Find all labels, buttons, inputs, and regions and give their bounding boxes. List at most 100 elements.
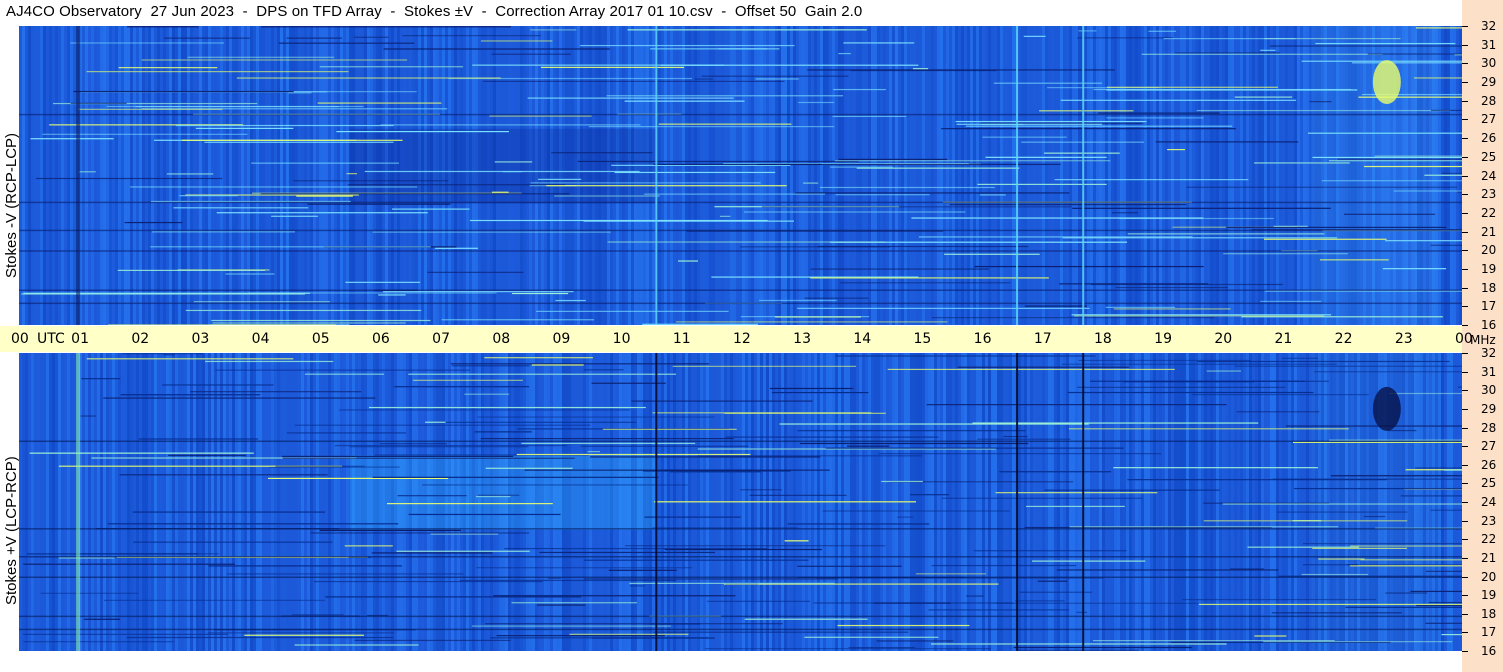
rfi-line — [810, 277, 1049, 279]
rfi-line — [1199, 603, 1462, 606]
rfi-line — [1203, 520, 1408, 522]
top-spectrogram-panel — [19, 26, 1462, 325]
noise-column — [19, 26, 22, 325]
rfi-line — [843, 42, 915, 44]
rfi-line — [70, 42, 225, 44]
rfi-line — [719, 215, 731, 217]
rfi-line — [1441, 172, 1462, 175]
noise-column — [736, 26, 739, 325]
rfi-line — [1312, 547, 1408, 549]
noise-column — [55, 353, 58, 651]
noise-column — [682, 26, 685, 325]
rfi-line — [797, 307, 1090, 309]
rfi-line — [1413, 77, 1462, 79]
rfi-line — [435, 247, 478, 249]
frequency-tick — [1462, 63, 1468, 65]
noise-column — [262, 26, 265, 325]
noise-column — [313, 26, 316, 325]
rfi-line — [838, 52, 851, 55]
noise-column — [1261, 26, 1264, 325]
rfi-line — [928, 609, 1069, 611]
rfi-line — [1222, 503, 1462, 505]
noise-column — [997, 26, 1000, 325]
rfi-line — [977, 438, 1071, 440]
noise-column — [919, 353, 922, 651]
noise-column — [1006, 353, 1009, 651]
noise-column — [1303, 26, 1306, 325]
rfi-line — [660, 64, 919, 66]
noise-column — [826, 26, 829, 325]
noise-column — [1105, 353, 1108, 651]
rfi-line — [704, 648, 991, 650]
frequency-unit-label: MHz — [1470, 333, 1496, 347]
noise-column — [1042, 26, 1045, 325]
rfi-line — [441, 319, 594, 321]
noise-column — [763, 26, 766, 325]
noise-column — [115, 26, 118, 325]
noise-column — [943, 353, 946, 651]
rfi-line — [1182, 598, 1377, 601]
rfi-line — [1056, 569, 1279, 571]
noise-column — [1153, 26, 1156, 325]
rfi-line — [86, 358, 294, 360]
rfi-line — [133, 541, 333, 543]
persistent-line — [19, 615, 1462, 618]
persistent-line — [19, 628, 1462, 631]
rfi-line — [588, 126, 835, 128]
noise-column — [40, 26, 43, 325]
frequency-tick — [1462, 306, 1468, 308]
rfi-line — [344, 545, 393, 547]
rfi-line — [624, 100, 745, 102]
time-tick-label: 22 — [1334, 331, 1353, 347]
noise-column — [292, 26, 295, 325]
rfi-line — [141, 59, 408, 61]
rfi-line — [1410, 590, 1462, 593]
dark-patch — [1372, 386, 1401, 431]
noise-column — [46, 26, 49, 325]
rfi-line — [120, 394, 261, 396]
noise-column — [952, 353, 955, 651]
rfi-line — [163, 354, 175, 356]
noise-column — [244, 26, 247, 325]
frequency-tick-label: 16 — [1481, 644, 1497, 658]
noise-column — [100, 353, 103, 651]
persistent-line — [19, 250, 1462, 252]
noise-column — [133, 26, 136, 325]
rfi-line — [310, 532, 530, 534]
rfi-line — [126, 636, 394, 639]
rfi-line — [1077, 37, 1173, 39]
noise-column — [1000, 26, 1003, 325]
rfi-line — [740, 489, 782, 491]
rfi-line — [672, 365, 857, 367]
noise-column — [1144, 353, 1147, 651]
noise-column — [1264, 353, 1267, 651]
rfi-line — [386, 503, 553, 505]
frequency-tick — [1462, 576, 1468, 578]
time-tick-label: 19 — [1154, 331, 1172, 347]
rfi-line — [132, 511, 326, 513]
rfi-line — [469, 219, 768, 222]
rfi-line — [540, 66, 684, 69]
noise-column — [1195, 26, 1198, 325]
noise-column — [829, 26, 832, 325]
noise-column — [1030, 353, 1033, 651]
noise-column — [163, 26, 166, 325]
noise-column — [1234, 26, 1237, 325]
noise-column — [82, 353, 85, 651]
rfi-line — [347, 184, 566, 186]
noise-column — [823, 26, 826, 325]
rfi-line — [1313, 371, 1462, 373]
rfi-line — [822, 510, 1010, 512]
noise-column — [928, 353, 931, 651]
noise-column — [1072, 26, 1075, 325]
rfi-line — [1003, 435, 1028, 438]
noise-column — [142, 26, 145, 325]
rfi-line — [107, 523, 399, 525]
noise-column — [301, 26, 304, 325]
noise-column — [166, 26, 169, 325]
rfi-line — [211, 319, 431, 322]
rfi-line — [536, 310, 729, 312]
noise-column — [1024, 353, 1027, 651]
noise-column — [1267, 353, 1270, 651]
rfi-line — [1415, 27, 1462, 29]
